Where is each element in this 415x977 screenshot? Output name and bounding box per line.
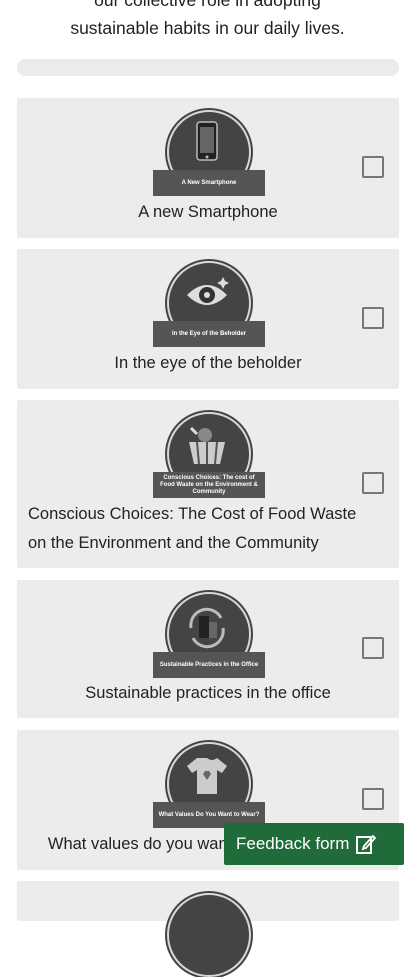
tshirt-icon [187,758,227,794]
module-card-eye[interactable]: In the Eye of the Beholder In the eye of… [17,249,399,389]
smartphone-icon [196,121,218,161]
intro-text: our collective role in adopting sustaina… [0,0,415,42]
module-title: In the eye of the beholder [114,354,302,372]
badge-label: A New Smartphone [153,170,265,196]
module-title: Conscious Choices: The Cost of Food Wast… [28,500,398,558]
eye-icon [187,277,229,305]
badge-label: Sustainable Practices in the Office [153,652,265,678]
food-basket-icon [189,426,225,465]
feedback-form-button[interactable]: Feedback form [224,823,404,865]
feedback-form-label: Feedback form [236,834,350,853]
module-title-line-2: on the Environment and the Community [28,534,319,552]
module-checkbox[interactable] [362,156,384,178]
module-title: A new Smartphone [138,203,278,221]
badge-label: Conscious Choices: The cost of Food Wast… [153,472,265,498]
module-title: Sustainable practices in the office [85,684,331,702]
module-checkbox[interactable] [362,472,384,494]
edit-icon [356,834,377,854]
office-recycle-icon [189,607,225,649]
module-card-office[interactable]: Sustainable Practices in the Office Sust… [17,580,399,718]
module-card-food-waste[interactable]: Conscious Choices: The cost of Food Wast… [17,400,399,568]
intro-line-2: sustainable habits in our daily lives. [70,18,345,38]
badge-label: In the Eye of the Beholder [153,321,265,347]
module-card-smartphone[interactable]: A New Smartphone A new Smartphone [17,98,399,238]
intro-line-1: our collective role in adopting [94,0,321,10]
module-card-next[interactable] [17,881,399,977]
progress-bar [17,59,399,76]
module-checkbox[interactable] [362,637,384,659]
module-checkbox[interactable] [362,307,384,329]
module-title-line-1: Conscious Choices: The Cost of Food Wast… [28,505,357,523]
module-checkbox[interactable] [362,788,384,810]
